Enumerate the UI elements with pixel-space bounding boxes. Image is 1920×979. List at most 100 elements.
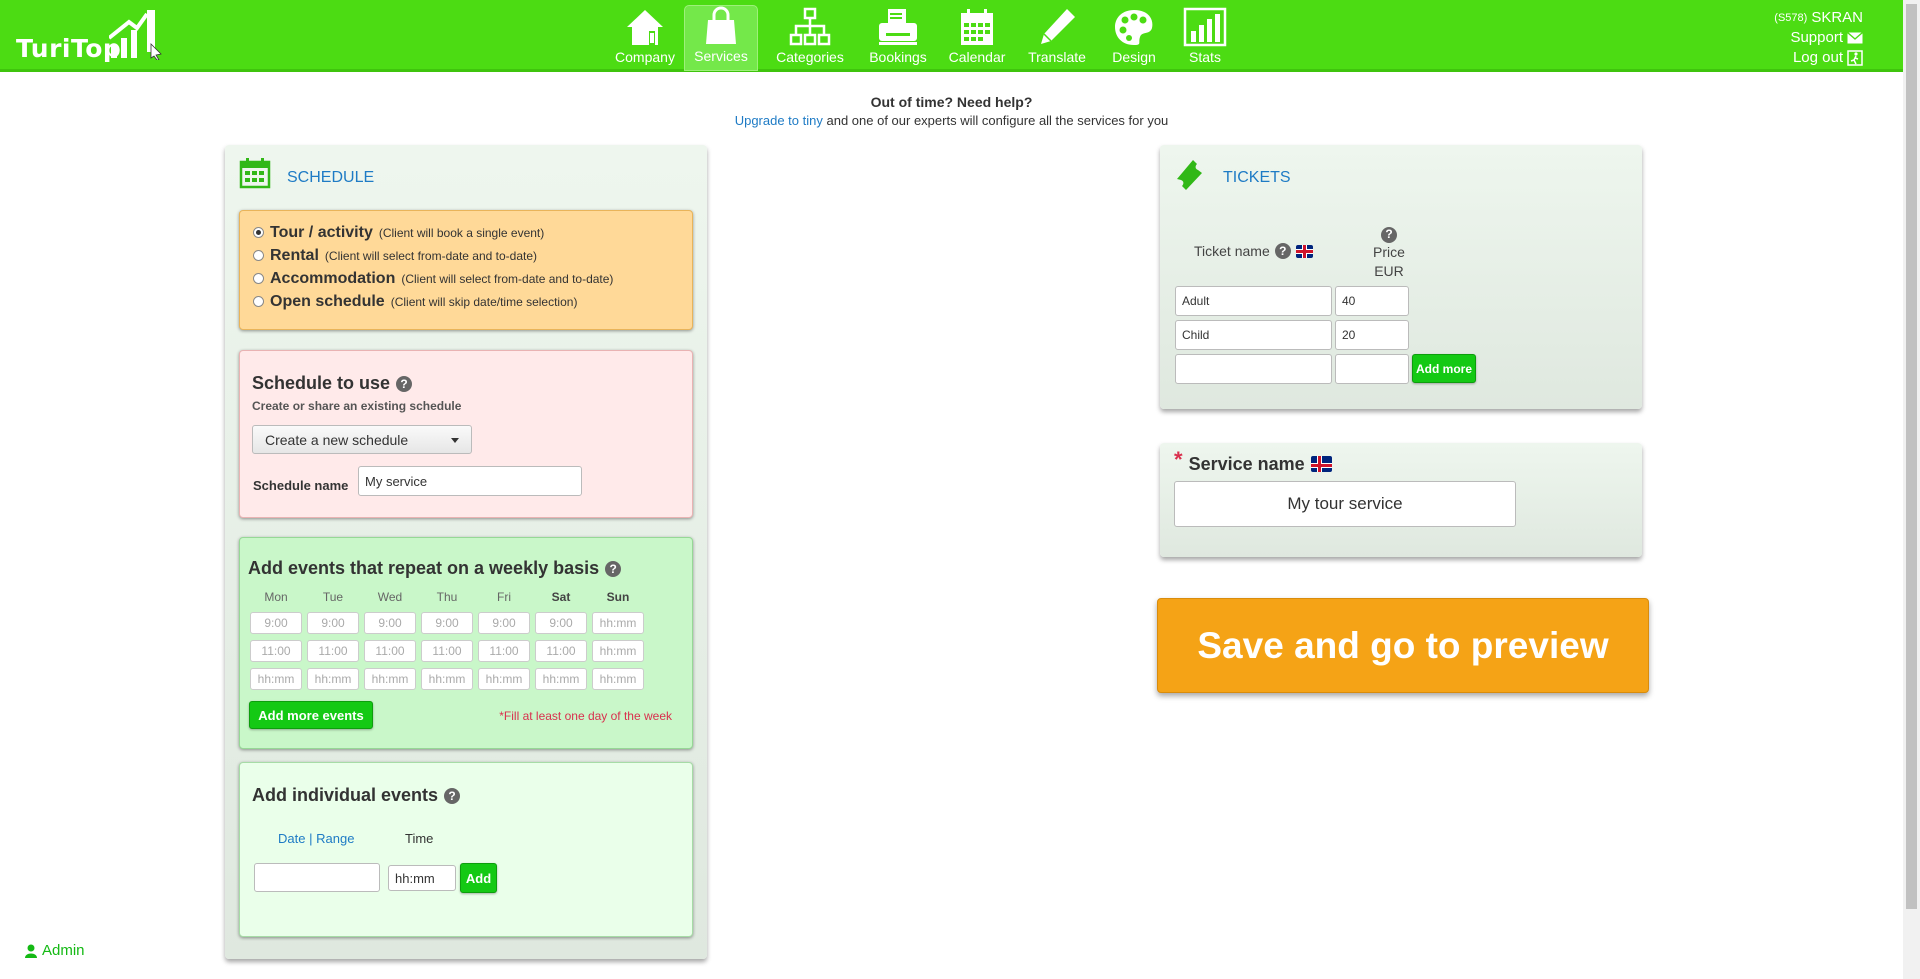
user-name: SKRAN xyxy=(1811,9,1863,26)
nav-company[interactable]: Company xyxy=(610,5,680,71)
time-input[interactable]: hh:mm xyxy=(250,668,302,690)
user-area: (S578) SKRAN Support Log out xyxy=(1774,8,1863,68)
nav-bookings[interactable]: Bookings xyxy=(858,5,938,71)
type-label: Accommodation xyxy=(270,270,396,287)
time-input[interactable]: hh:mm xyxy=(535,668,587,690)
nav-calendar[interactable]: Calendar xyxy=(938,5,1016,71)
page-scrollbar[interactable] xyxy=(1903,0,1920,979)
time-input[interactable]: hh:mm xyxy=(421,668,473,690)
day-header: Wed xyxy=(377,590,403,604)
time-input[interactable]: 11:00 xyxy=(364,640,416,662)
printer-icon xyxy=(879,9,917,45)
nav-label: Categories xyxy=(776,49,844,65)
ticket-name-input[interactable] xyxy=(1175,320,1332,350)
time-input[interactable]: 11:00 xyxy=(421,640,473,662)
help-text: Upgrade to tiny and one of our experts w… xyxy=(0,113,1903,128)
schedule-to-use-box: Schedule to use ? Create or share an exi… xyxy=(239,350,693,518)
type-label: Open schedule xyxy=(270,293,385,310)
ticket-price-input[interactable] xyxy=(1335,286,1409,316)
type-tour[interactable]: Tour / activity (Client will book a sing… xyxy=(253,224,692,247)
schedule-select[interactable]: Create a new schedule xyxy=(252,425,472,454)
nav-translate[interactable]: Translate xyxy=(1016,5,1098,71)
help-icon[interactable]: ? xyxy=(605,560,622,577)
time-input[interactable]: hh:mm xyxy=(364,668,416,690)
add-more-events-button[interactable]: Add more events xyxy=(249,701,373,729)
radio-rental[interactable] xyxy=(253,250,264,261)
radio-open-schedule[interactable] xyxy=(253,296,264,307)
add-more-tickets-button[interactable]: Add more xyxy=(1412,354,1476,383)
time-input[interactable]: 11:00 xyxy=(250,640,302,662)
type-accommodation[interactable]: Accommodation (Client will select from-d… xyxy=(253,270,692,293)
nav-categories[interactable]: Categories xyxy=(762,5,858,71)
range-link[interactable]: Range xyxy=(316,831,354,846)
schedule-to-use-title: Schedule to use xyxy=(252,373,391,393)
schedule-name-label: Schedule name xyxy=(253,478,349,493)
schedule-name-input[interactable] xyxy=(358,466,582,496)
add-event-button[interactable]: Add xyxy=(460,863,497,893)
date-range-toggle: Date | Range xyxy=(278,831,354,846)
day-header: Mon xyxy=(264,590,288,604)
logout-link[interactable]: Log out xyxy=(1774,48,1863,68)
pencil-icon xyxy=(1041,9,1075,44)
ticket-icon xyxy=(1177,160,1202,190)
upgrade-link[interactable]: Upgrade to tiny xyxy=(735,113,823,128)
day-header: Fri xyxy=(497,590,511,604)
ticket-name-input[interactable] xyxy=(1175,286,1332,316)
support-link[interactable]: Support xyxy=(1774,28,1863,48)
currency-label: EUR xyxy=(1374,263,1404,279)
nav-label: Company xyxy=(615,49,675,65)
individual-events-box: Add individual events ? Date | Range Tim… xyxy=(239,762,693,937)
time-input[interactable]: 9:00 xyxy=(535,612,587,634)
time-input[interactable]: 9:00 xyxy=(478,612,530,634)
logo-text: TuriTop xyxy=(16,34,122,63)
uk-flag-icon xyxy=(1295,244,1313,258)
save-and-preview-button[interactable]: Save and go to preview xyxy=(1157,598,1649,693)
nav-design[interactable]: Design xyxy=(1098,5,1170,71)
time-input[interactable]: 9:00 xyxy=(421,612,473,634)
date-link[interactable]: Date xyxy=(278,831,305,846)
day-header: Sat xyxy=(551,590,571,604)
price-label: Price xyxy=(1373,244,1405,260)
time-input[interactable]: hh:mm xyxy=(592,640,644,662)
help-icon[interactable]: ? xyxy=(444,787,461,804)
radio-accommodation[interactable] xyxy=(253,273,264,284)
help-icon[interactable]: ? xyxy=(1274,243,1291,259)
time-input[interactable]: 11:00 xyxy=(535,640,587,662)
ticket-name-input[interactable] xyxy=(1175,354,1332,384)
uk-flag-icon xyxy=(1310,456,1332,472)
home-icon xyxy=(627,10,663,45)
time-input[interactable]: hh:mm xyxy=(478,668,530,690)
type-desc: (Client will book a single event) xyxy=(378,226,545,240)
time-input[interactable]: 11:00 xyxy=(478,640,530,662)
nav-label: Translate xyxy=(1028,49,1086,65)
nav-label: Services xyxy=(694,48,748,64)
time-label: Time xyxy=(405,831,434,846)
time-input[interactable]: 9:00 xyxy=(250,612,302,634)
time-input[interactable]: 9:00 xyxy=(307,612,359,634)
scrollbar-thumb[interactable] xyxy=(1906,4,1917,909)
type-rental[interactable]: Rental (Client will select from-date and… xyxy=(253,247,692,270)
help-icon[interactable]: ? xyxy=(396,375,413,392)
nav-stats[interactable]: Stats xyxy=(1170,5,1240,71)
time-input[interactable]: hh:mm xyxy=(307,668,359,690)
weekly-events-box: Add events that repeat on a weekly basis… xyxy=(239,537,693,749)
time-input[interactable]: hh:mm xyxy=(592,612,644,634)
nav-label: Calendar xyxy=(948,49,1006,65)
time-input[interactable] xyxy=(388,865,456,891)
radio-tour[interactable] xyxy=(253,227,264,238)
tickets-title: TICKETS xyxy=(1223,169,1291,186)
exit-icon xyxy=(1847,50,1863,66)
ticket-price-input[interactable] xyxy=(1335,354,1409,384)
time-input[interactable]: 11:00 xyxy=(307,640,359,662)
nav-services[interactable]: Services xyxy=(684,5,758,71)
admin-link[interactable]: Admin xyxy=(25,942,85,959)
time-input[interactable]: hh:mm xyxy=(592,668,644,690)
turitop-logo[interactable]: TuriTop xyxy=(14,8,164,64)
nav-label: Stats xyxy=(1189,49,1221,65)
help-icon[interactable]: ? xyxy=(1381,226,1397,243)
time-input[interactable]: 9:00 xyxy=(364,612,416,634)
date-input[interactable] xyxy=(254,863,380,892)
ticket-price-input[interactable] xyxy=(1335,320,1409,350)
service-name-input[interactable] xyxy=(1174,481,1516,527)
type-open-schedule[interactable]: Open schedule (Client will skip date/tim… xyxy=(253,293,692,316)
